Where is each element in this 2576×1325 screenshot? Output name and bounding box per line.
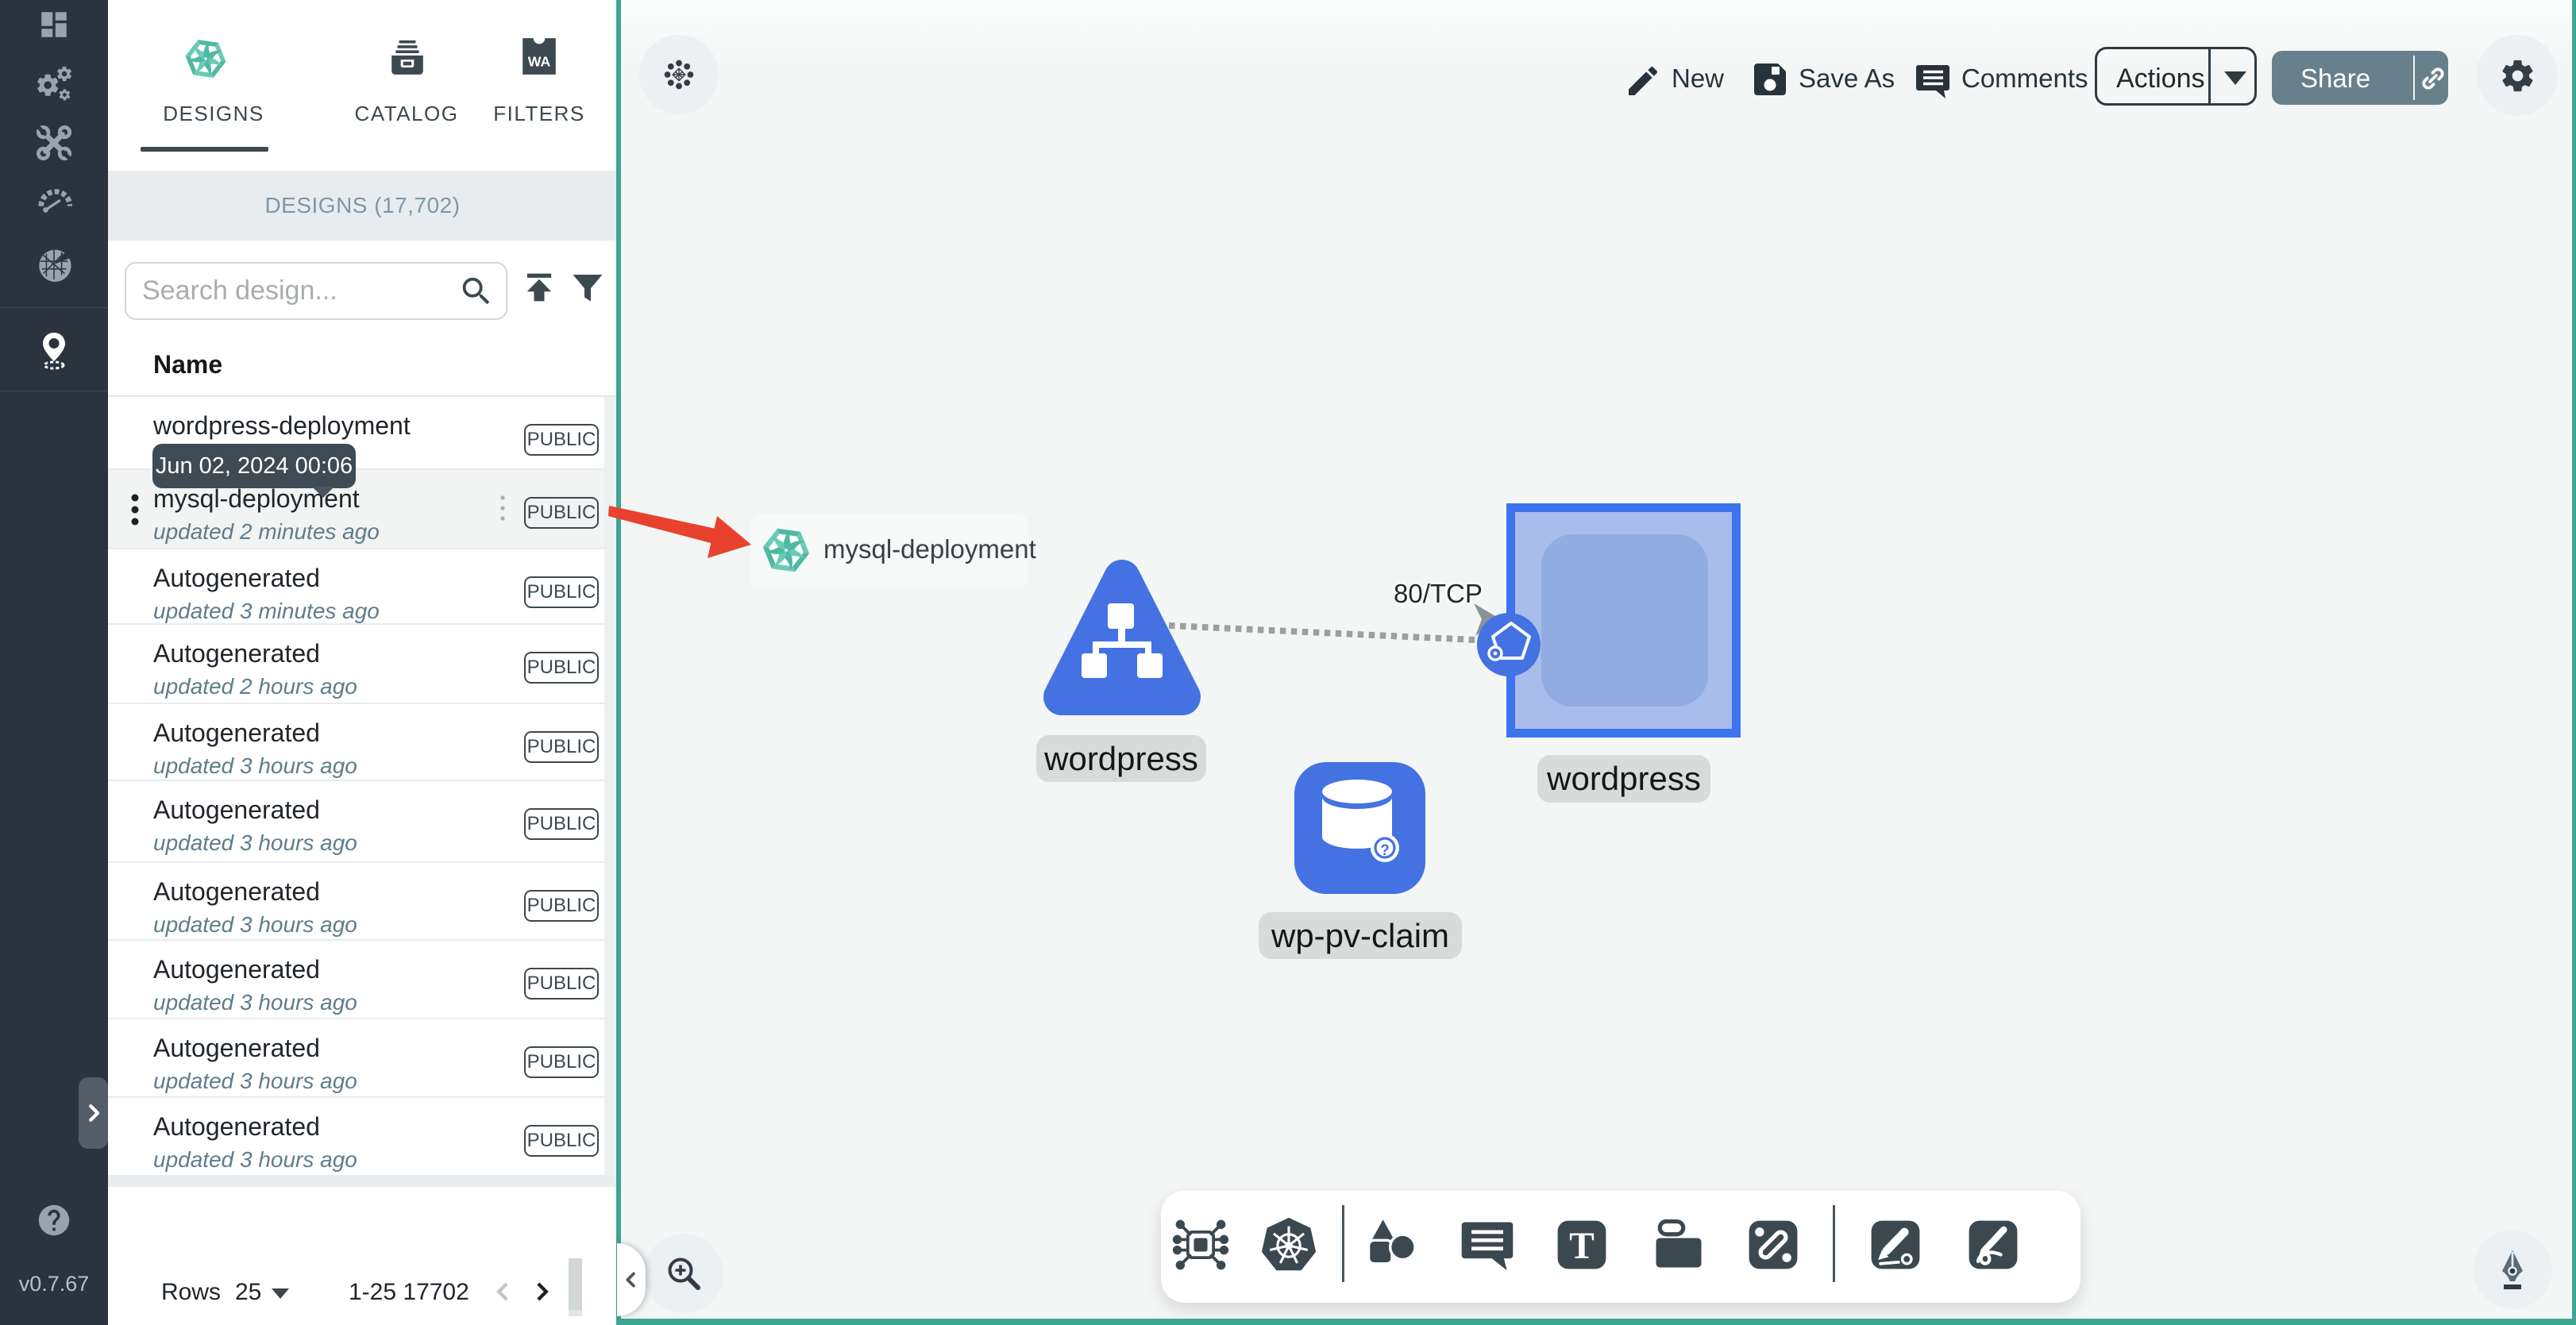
svg-text:T: T: [1569, 1226, 1595, 1267]
svg-text:WA: WA: [528, 53, 551, 69]
svg-text:?: ?: [1380, 842, 1390, 859]
